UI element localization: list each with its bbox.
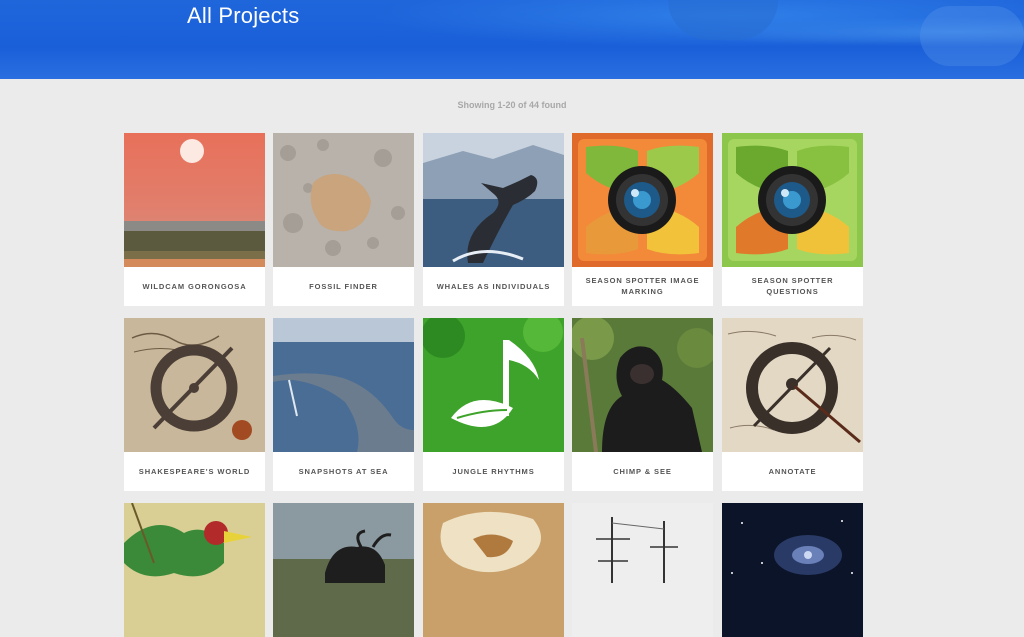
project-card[interactable] [273, 503, 414, 637]
project-card-fossil-finder[interactable]: FOSSIL FINDER [273, 133, 414, 306]
project-card-chimp-and-see[interactable]: CHIMP & SEE [572, 318, 713, 491]
project-image [572, 318, 713, 452]
project-title: WHALES AS INDIVIDUALS [436, 281, 551, 291]
project-image [124, 133, 265, 267]
page-header: All Projects [0, 0, 1024, 79]
project-card-annotate[interactable]: ANNOTATE [722, 318, 863, 491]
project-image [423, 503, 564, 637]
project-card-jungle-rhythms[interactable]: JUNGLE RHYTHMS [423, 318, 564, 491]
project-title: JUNGLE RHYTHMS [452, 466, 535, 476]
project-title: WILDCAM GORONGOSA [142, 281, 247, 291]
project-card-season-spotter-questions[interactable]: SEASON SPOTTER QUESTIONS [722, 133, 863, 306]
project-image [273, 133, 414, 267]
project-title: ANNOTATE [768, 466, 817, 476]
project-card-whales-as-individuals[interactable]: WHALES AS INDIVIDUALS [423, 133, 564, 306]
project-image [124, 503, 265, 637]
project-card[interactable] [423, 503, 564, 637]
project-card-shakespeares-world[interactable]: SHAKESPEARE'S WORLD [124, 318, 265, 491]
header-decoration [668, 0, 778, 40]
project-image [722, 133, 863, 267]
project-image [423, 133, 564, 267]
project-title: FOSSIL FINDER [309, 281, 378, 291]
project-title: SEASON SPOTTER IMAGE MARKING [585, 276, 700, 296]
project-image [572, 133, 713, 267]
project-card[interactable] [722, 503, 863, 637]
project-image [572, 503, 713, 637]
header-decoration [920, 6, 1024, 66]
project-title: SHAKESPEARE'S WORLD [138, 466, 251, 476]
project-image [273, 503, 414, 637]
project-card-snapshots-at-sea[interactable]: SNAPSHOTS AT SEA [273, 318, 414, 491]
project-image [124, 318, 265, 452]
project-image [722, 503, 863, 637]
project-card[interactable] [124, 503, 265, 637]
project-image [423, 318, 564, 452]
project-card-wildcam-gorongosa[interactable]: WILDCAM GORONGOSA [124, 133, 265, 306]
project-title: SEASON SPOTTER QUESTIONS [751, 276, 834, 296]
project-card[interactable] [572, 503, 713, 637]
project-title: SNAPSHOTS AT SEA [298, 466, 389, 476]
project-card-season-spotter-image-marking[interactable]: SEASON SPOTTER IMAGE MARKING [572, 133, 713, 306]
project-image [273, 318, 414, 452]
project-title: CHIMP & SEE [613, 466, 672, 476]
project-image [722, 318, 863, 452]
results-count: Showing 1-20 of 44 found [457, 100, 567, 110]
page-title: All Projects [187, 3, 300, 28]
